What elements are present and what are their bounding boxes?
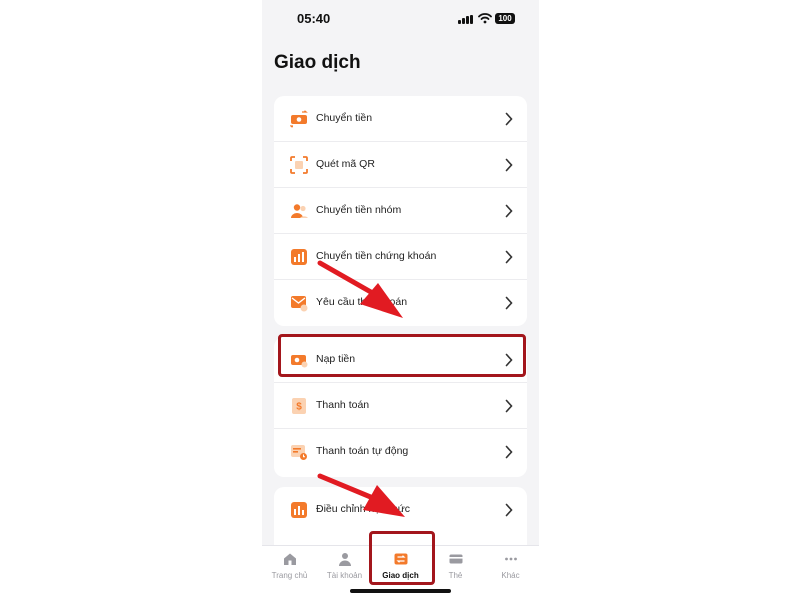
home-icon <box>283 553 296 565</box>
menu-item-label: Chuyển tiền <box>316 112 373 124</box>
chevron-right-icon <box>505 296 513 310</box>
chevron-right-icon <box>505 445 513 459</box>
tab-more[interactable]: Khác <box>483 552 538 592</box>
transaction-group-1: Chuyển tiền Quét mã QR Chuyển tiền nhóm … <box>274 96 527 326</box>
chevron-right-icon <box>505 158 513 172</box>
chevron-right-icon <box>505 250 513 264</box>
menu-item-label: Điều chỉnh hạn mức <box>316 503 410 515</box>
topup-icon <box>291 355 308 368</box>
status-time: 05:40 <box>297 11 331 26</box>
wifi-icon <box>478 13 492 24</box>
auto-pay-icon <box>291 445 307 460</box>
menu-item-label: Yêu cầu thanh toán <box>316 296 408 308</box>
tab-label: Trang chủ <box>271 571 308 580</box>
chevron-right-icon <box>505 399 513 413</box>
group-icon <box>291 204 308 218</box>
chevron-right-icon <box>505 204 513 218</box>
tab-label: Thẻ <box>448 571 463 580</box>
card-icon <box>449 554 462 564</box>
battery-icon: 100 <box>495 13 515 24</box>
menu-item-auto-payment[interactable]: Thanh toán tự động <box>274 429 527 475</box>
status-bar: 05:40 100 <box>262 0 539 40</box>
menu-item-topup[interactable]: Nạp tiền <box>274 337 527 383</box>
tab-label: Khác <box>501 571 520 580</box>
chevron-right-icon <box>505 503 513 517</box>
menu-item-qr-scan[interactable]: Quét mã QR <box>274 142 527 188</box>
tab-account[interactable]: Tài khoản <box>317 552 372 592</box>
stock-icon <box>291 249 307 265</box>
menu-item-label: Thanh toán <box>316 399 370 411</box>
menu-item-label: Chuyển tiền chứng khoán <box>316 250 437 262</box>
account-icon <box>338 553 351 566</box>
tab-card[interactable]: Thẻ <box>428 552 483 592</box>
signal-icon <box>458 15 474 24</box>
chevron-right-icon <box>505 112 513 126</box>
menu-item-payment[interactable]: $ Thanh toán <box>274 383 527 429</box>
qr-scan-icon <box>290 156 308 174</box>
chevron-right-icon <box>505 353 513 367</box>
tab-label: Giao dịch <box>382 571 419 580</box>
more-icon <box>504 557 517 561</box>
tab-home[interactable]: Trang chủ <box>262 552 317 592</box>
screenshot-canvas: 05:40 100 Giao dịch Chuyển tiền Quét mã … <box>0 0 800 600</box>
menu-item-payment-request[interactable]: Yêu cầu thanh toán <box>274 280 527 326</box>
menu-item-transfer[interactable]: Chuyển tiền <box>274 96 527 142</box>
transaction-icon <box>394 553 407 565</box>
home-indicator <box>350 589 451 593</box>
tab-transactions[interactable]: Giao dịch <box>373 552 428 592</box>
svg-text:$: $ <box>296 402 302 413</box>
menu-item-adjust-limit[interactable]: Điều chỉnh hạn mức <box>274 487 527 533</box>
bill-icon: $ <box>292 398 306 414</box>
phone-screen: 05:40 100 Giao dịch Chuyển tiền Quét mã … <box>262 0 539 600</box>
page-title: Giao dịch <box>274 52 361 73</box>
menu-item-label: Thanh toán tự động <box>316 445 409 457</box>
menu-item-label: Quét mã QR <box>316 158 375 170</box>
menu-item-stock-transfer[interactable]: Chuyển tiền chứng khoán <box>274 234 527 280</box>
request-icon <box>291 296 308 312</box>
menu-item-label: Nạp tiền <box>316 353 356 365</box>
transfer-icon <box>290 110 308 128</box>
tab-label: Tài khoản <box>326 571 363 580</box>
transaction-group-2: Nạp tiền $ Thanh toán Thanh toán tự động <box>274 337 527 477</box>
menu-item-label: Chuyển tiền nhóm <box>316 204 402 216</box>
limit-icon <box>291 502 307 518</box>
menu-item-group-transfer[interactable]: Chuyển tiền nhóm <box>274 188 527 234</box>
